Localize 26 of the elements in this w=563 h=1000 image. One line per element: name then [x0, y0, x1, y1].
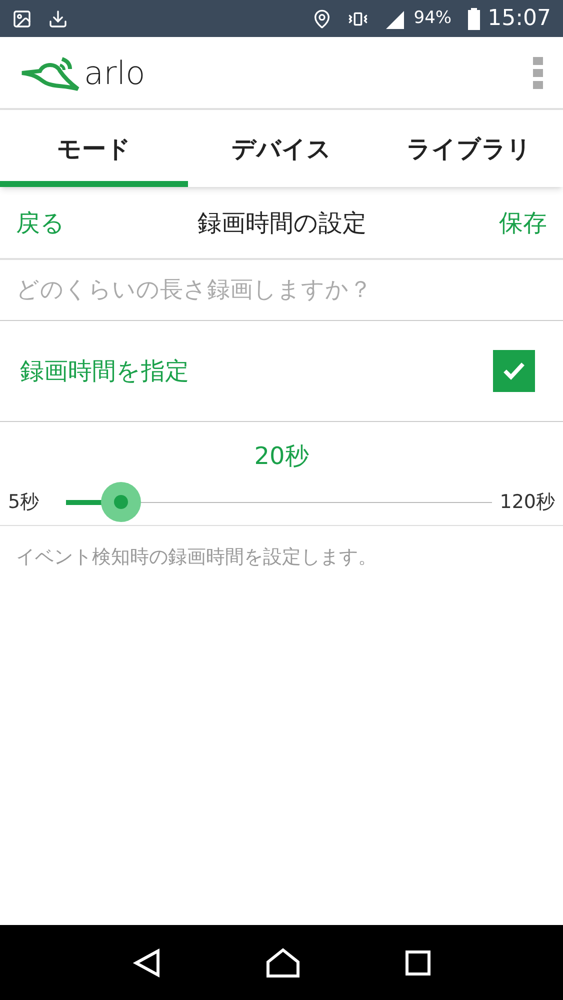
tab[interactable]: ライブラリ [375, 110, 563, 187]
option-label: 録画時間を指定 [20, 356, 189, 387]
battery-percent: 94% [414, 6, 452, 30]
slider-max-label: 120秒 [500, 490, 555, 515]
more-menu-icon [533, 56, 543, 88]
download-icon [48, 8, 68, 28]
menu-button[interactable] [533, 56, 543, 88]
battery-icon [468, 8, 480, 30]
home-nav-icon[interactable] [266, 948, 300, 978]
logo-text: arlo [84, 56, 146, 88]
tab[interactable]: モード [0, 110, 188, 187]
slider-value: 20秒 [254, 441, 309, 472]
slider-thumb[interactable] [101, 482, 142, 522]
tab[interactable]: デバイス [188, 110, 376, 187]
signal-icon [384, 8, 406, 28]
checkbox[interactable] [493, 350, 535, 392]
description-text: イベント検知時の録画時間を設定します。 [16, 544, 377, 570]
question-text: どのくらいの長さ録画しますか？ [16, 276, 372, 305]
slider-min-label: 5秒 [8, 490, 40, 515]
slider[interactable] [66, 482, 492, 522]
recents-nav-icon[interactable] [404, 950, 431, 976]
back-nav-icon[interactable] [132, 948, 162, 978]
clock: 15:07 [488, 5, 551, 33]
page-title: 録画時間の設定 [198, 208, 366, 238]
image-icon [12, 8, 32, 28]
location-icon [312, 8, 332, 28]
